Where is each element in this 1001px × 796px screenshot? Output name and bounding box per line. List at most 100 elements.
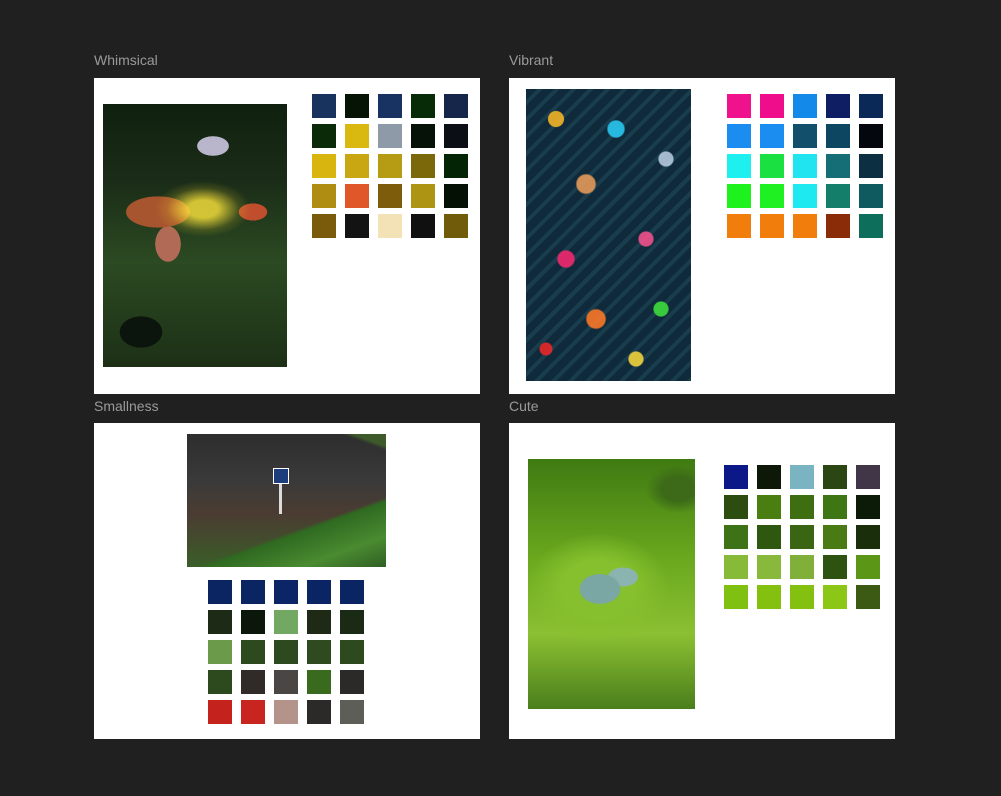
color-swatch[interactable] <box>724 465 748 489</box>
frame-title-whimsical[interactable]: Whimsical <box>94 52 158 68</box>
color-swatch[interactable] <box>274 640 298 664</box>
frame-title-smallness[interactable]: Smallness <box>94 398 159 414</box>
color-swatch[interactable] <box>724 495 748 519</box>
color-swatch[interactable] <box>790 495 814 519</box>
color-swatch[interactable] <box>307 610 331 634</box>
color-swatch[interactable] <box>790 525 814 549</box>
color-swatch[interactable] <box>411 94 435 118</box>
frame-whimsical[interactable] <box>94 78 480 394</box>
color-swatch[interactable] <box>859 214 883 238</box>
color-swatch[interactable] <box>444 214 468 238</box>
color-swatch[interactable] <box>345 94 369 118</box>
color-swatch[interactable] <box>312 154 336 178</box>
color-swatch[interactable] <box>793 94 817 118</box>
color-swatch[interactable] <box>823 465 847 489</box>
color-swatch[interactable] <box>274 580 298 604</box>
color-swatch[interactable] <box>307 640 331 664</box>
color-swatch[interactable] <box>793 184 817 208</box>
color-swatch[interactable] <box>345 184 369 208</box>
color-swatch[interactable] <box>378 94 402 118</box>
color-swatch[interactable] <box>312 214 336 238</box>
color-swatch[interactable] <box>793 124 817 148</box>
color-swatch[interactable] <box>859 184 883 208</box>
color-swatch[interactable] <box>727 124 751 148</box>
color-swatch[interactable] <box>724 555 748 579</box>
color-swatch[interactable] <box>856 525 880 549</box>
color-swatch[interactable] <box>274 700 298 724</box>
color-swatch[interactable] <box>378 154 402 178</box>
color-swatch[interactable] <box>727 94 751 118</box>
color-swatch[interactable] <box>823 585 847 609</box>
color-swatch[interactable] <box>823 555 847 579</box>
color-swatch[interactable] <box>345 124 369 148</box>
color-swatch[interactable] <box>241 580 265 604</box>
color-swatch[interactable] <box>856 555 880 579</box>
color-swatch[interactable] <box>757 495 781 519</box>
color-swatch[interactable] <box>856 465 880 489</box>
color-swatch[interactable] <box>208 640 232 664</box>
frame-title-cute[interactable]: Cute <box>509 398 539 414</box>
color-swatch[interactable] <box>826 184 850 208</box>
color-swatch[interactable] <box>856 585 880 609</box>
color-swatch[interactable] <box>724 525 748 549</box>
color-swatch[interactable] <box>727 154 751 178</box>
color-swatch[interactable] <box>378 214 402 238</box>
color-swatch[interactable] <box>241 610 265 634</box>
color-swatch[interactable] <box>307 580 331 604</box>
color-swatch[interactable] <box>241 640 265 664</box>
color-swatch[interactable] <box>790 465 814 489</box>
color-swatch[interactable] <box>208 580 232 604</box>
color-swatch[interactable] <box>757 585 781 609</box>
frame-title-vibrant[interactable]: Vibrant <box>509 52 553 68</box>
color-swatch[interactable] <box>340 580 364 604</box>
color-swatch[interactable] <box>411 154 435 178</box>
color-swatch[interactable] <box>208 610 232 634</box>
color-swatch[interactable] <box>307 700 331 724</box>
color-swatch[interactable] <box>208 700 232 724</box>
color-swatch[interactable] <box>760 154 784 178</box>
color-swatch[interactable] <box>444 124 468 148</box>
color-swatch[interactable] <box>345 214 369 238</box>
color-swatch[interactable] <box>760 124 784 148</box>
color-swatch[interactable] <box>859 124 883 148</box>
color-swatch[interactable] <box>823 495 847 519</box>
color-swatch[interactable] <box>793 154 817 178</box>
color-swatch[interactable] <box>856 495 880 519</box>
color-swatch[interactable] <box>757 525 781 549</box>
color-swatch[interactable] <box>859 154 883 178</box>
color-swatch[interactable] <box>826 124 850 148</box>
color-swatch[interactable] <box>757 465 781 489</box>
color-swatch[interactable] <box>340 700 364 724</box>
color-swatch[interactable] <box>826 154 850 178</box>
color-swatch[interactable] <box>859 94 883 118</box>
color-swatch[interactable] <box>345 154 369 178</box>
color-swatch[interactable] <box>208 670 232 694</box>
color-swatch[interactable] <box>274 670 298 694</box>
color-swatch[interactable] <box>823 525 847 549</box>
color-swatch[interactable] <box>241 670 265 694</box>
color-swatch[interactable] <box>760 184 784 208</box>
color-swatch[interactable] <box>760 214 784 238</box>
color-swatch[interactable] <box>312 124 336 148</box>
color-swatch[interactable] <box>411 184 435 208</box>
color-swatch[interactable] <box>826 94 850 118</box>
frame-vibrant[interactable] <box>509 78 895 394</box>
frame-smallness[interactable] <box>94 423 480 739</box>
color-swatch[interactable] <box>790 555 814 579</box>
color-swatch[interactable] <box>312 94 336 118</box>
color-swatch[interactable] <box>727 184 751 208</box>
color-swatch[interactable] <box>340 670 364 694</box>
color-swatch[interactable] <box>793 214 817 238</box>
color-swatch[interactable] <box>307 670 331 694</box>
color-swatch[interactable] <box>444 184 468 208</box>
color-swatch[interactable] <box>760 94 784 118</box>
color-swatch[interactable] <box>241 700 265 724</box>
color-swatch[interactable] <box>378 184 402 208</box>
color-swatch[interactable] <box>727 214 751 238</box>
color-swatch[interactable] <box>411 124 435 148</box>
color-swatch[interactable] <box>340 610 364 634</box>
color-swatch[interactable] <box>312 184 336 208</box>
color-swatch[interactable] <box>826 214 850 238</box>
color-swatch[interactable] <box>444 94 468 118</box>
color-swatch[interactable] <box>790 585 814 609</box>
